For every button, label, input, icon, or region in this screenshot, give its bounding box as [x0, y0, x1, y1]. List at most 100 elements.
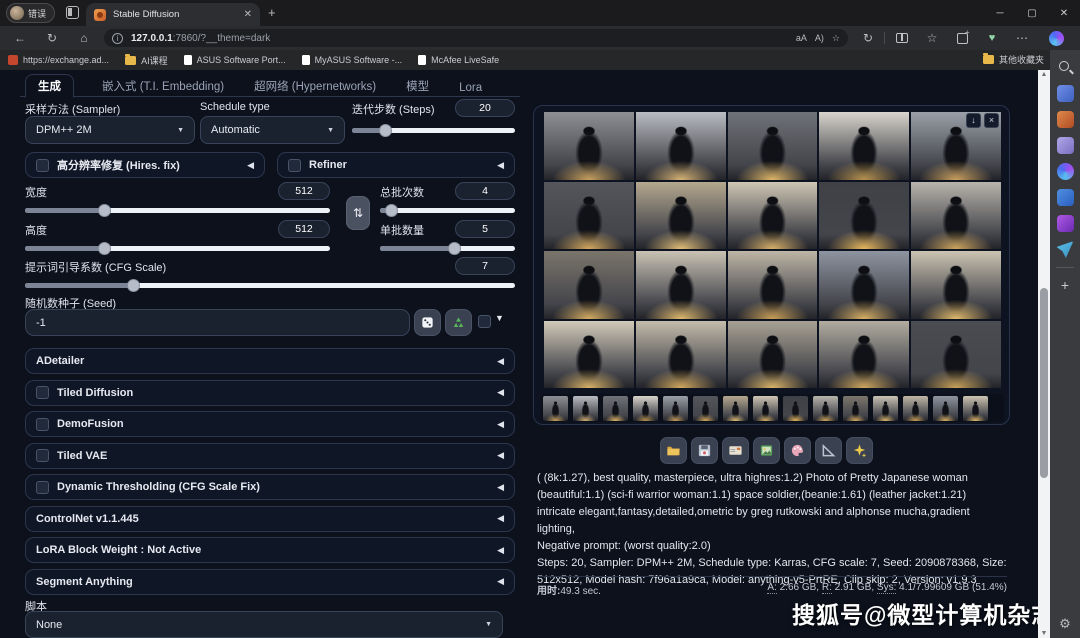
- accordion-lora-block-weight-not-active[interactable]: LoRA Block Weight : Not Active◀: [25, 537, 515, 563]
- sampler-dropdown[interactable]: DPM++ 2M▼: [25, 116, 195, 144]
- generated-image[interactable]: [636, 112, 726, 180]
- more-menu-icon[interactable]: ⋯: [1012, 29, 1032, 47]
- translate-icon[interactable]: aA: [796, 33, 807, 43]
- copilot-icon[interactable]: [1046, 29, 1066, 47]
- gallery-thumbnail[interactable]: [723, 396, 748, 421]
- favorites-icon[interactable]: ☆: [922, 29, 942, 47]
- new-tab-button[interactable]: +: [268, 5, 276, 20]
- generated-image[interactable]: [636, 251, 726, 319]
- accordion-checkbox[interactable]: [36, 418, 49, 431]
- accordion-segment-anything[interactable]: Segment Anything◀: [25, 569, 515, 595]
- hires-fix-checkbox[interactable]: [36, 159, 49, 172]
- webui-tab-模型[interactable]: 模型: [404, 75, 431, 97]
- hires-fix-accordion[interactable]: 高分辨率修复 (Hires. fix) ◀: [25, 152, 265, 178]
- webui-tab-Lora[interactable]: Lora: [457, 79, 484, 97]
- gallery-thumbnail[interactable]: [903, 396, 928, 421]
- seed-extra-caret-icon[interactable]: ▼: [495, 313, 504, 323]
- accordion-adetailer[interactable]: ADetailer◀: [25, 348, 515, 374]
- sidebar-drop-icon[interactable]: [1057, 241, 1074, 258]
- gallery-thumbnail[interactable]: [963, 396, 988, 421]
- save-image-button[interactable]: [691, 437, 718, 464]
- width-slider[interactable]: [25, 203, 330, 217]
- gallery-thumbnail[interactable]: [873, 396, 898, 421]
- sidebar-people-icon[interactable]: [1057, 137, 1074, 154]
- reuse-seed-button[interactable]: [445, 309, 472, 336]
- close-gallery-icon[interactable]: ×: [984, 113, 999, 128]
- bookmark-item[interactable]: McAfee LiveSafe: [418, 55, 499, 65]
- gallery-thumbnail[interactable]: [813, 396, 838, 421]
- send-to-extras-button[interactable]: [815, 437, 842, 464]
- generated-image[interactable]: [544, 321, 634, 389]
- sidebar-search-icon[interactable]: [1057, 59, 1074, 76]
- generated-image[interactable]: [636, 321, 726, 389]
- sidebar-settings-icon[interactable]: ⚙: [1050, 616, 1080, 632]
- cfg-input[interactable]: 7: [455, 257, 515, 275]
- generated-image[interactable]: [911, 182, 1001, 250]
- workspaces-icon[interactable]: [66, 6, 79, 19]
- generated-image[interactable]: [819, 321, 909, 389]
- accordion-checkbox[interactable]: [36, 386, 49, 399]
- batch-count-slider[interactable]: [380, 203, 515, 217]
- collections-icon[interactable]: [952, 29, 972, 47]
- send-to-inpaint-button[interactable]: [784, 437, 811, 464]
- generated-image[interactable]: [544, 182, 634, 250]
- refiner-accordion[interactable]: Refiner ◀: [277, 152, 515, 178]
- sidebar-shopping-icon[interactable]: [1057, 85, 1074, 102]
- site-info-icon[interactable]: i: [112, 33, 123, 44]
- width-input[interactable]: 512: [278, 182, 330, 200]
- sidebar-add-icon[interactable]: +: [1057, 277, 1074, 294]
- home-icon[interactable]: ⌂: [74, 29, 94, 47]
- accordion-demofusion[interactable]: DemoFusion◀: [25, 411, 515, 437]
- sidebar-designer-icon[interactable]: [1057, 215, 1074, 232]
- refresh-icon[interactable]: ↻: [42, 29, 62, 47]
- batch-size-slider[interactable]: [380, 241, 515, 255]
- random-seed-button[interactable]: [414, 309, 441, 336]
- extra-seed-checkbox[interactable]: [478, 315, 491, 328]
- bookmark-item[interactable]: ASUS Software Port...: [184, 55, 286, 65]
- generated-image[interactable]: [911, 321, 1001, 389]
- generated-image[interactable]: [544, 251, 634, 319]
- accordion-tiled-diffusion[interactable]: Tiled Diffusion◀: [25, 380, 515, 406]
- sidebar-office-icon[interactable]: [1057, 111, 1074, 128]
- gallery-thumbnail[interactable]: [663, 396, 688, 421]
- generated-image[interactable]: [911, 251, 1001, 319]
- generated-image[interactable]: [728, 112, 818, 180]
- accordion-tiled-vae[interactable]: Tiled VAE◀: [25, 443, 515, 469]
- sidebar-outlook-icon[interactable]: [1057, 189, 1074, 206]
- save-zip-button[interactable]: [722, 437, 749, 464]
- upscale-button[interactable]: [846, 437, 873, 464]
- open-folder-button[interactable]: [660, 437, 687, 464]
- bookmark-item[interactable]: AI课程: [125, 54, 168, 67]
- webui-tab-超网络 (Hypernetworks)[interactable]: 超网络 (Hypernetworks): [252, 75, 378, 97]
- generated-image[interactable]: [819, 112, 909, 180]
- minimize-button[interactable]: ─: [984, 0, 1016, 26]
- generated-image[interactable]: [544, 112, 634, 180]
- maximize-button[interactable]: ▢: [1016, 0, 1048, 26]
- script-dropdown[interactable]: None▼: [25, 611, 503, 638]
- seed-input[interactable]: -1: [25, 309, 410, 336]
- browser-tab[interactable]: Stable Diffusion ✕: [86, 3, 260, 26]
- accordion-controlnet-v1-1-445[interactable]: ControlNet v1.1.445◀: [25, 506, 515, 532]
- steps-input[interactable]: 20: [455, 99, 515, 117]
- generated-image[interactable]: [819, 251, 909, 319]
- scroll-up-icon[interactable]: ▲: [1038, 71, 1050, 78]
- steps-slider[interactable]: [352, 123, 515, 137]
- refresh-status-icon[interactable]: ↻: [858, 29, 878, 47]
- swap-dimensions-button[interactable]: ⇅: [346, 196, 370, 230]
- tab-close-icon[interactable]: ✕: [244, 9, 252, 20]
- split-screen-icon[interactable]: [892, 29, 912, 47]
- gallery-thumbnail[interactable]: [843, 396, 868, 421]
- close-button[interactable]: ✕: [1048, 0, 1080, 26]
- accordion-checkbox[interactable]: [36, 481, 49, 494]
- gallery-thumbnail[interactable]: [573, 396, 598, 421]
- generated-image[interactable]: [728, 251, 818, 319]
- schedule-dropdown[interactable]: Automatic▼: [200, 116, 345, 144]
- gallery-thumbnail[interactable]: [633, 396, 658, 421]
- send-to-img2img-button[interactable]: [753, 437, 780, 464]
- page-scrollbar[interactable]: ▲ ▼: [1038, 70, 1050, 638]
- favorite-star-icon[interactable]: ☆: [832, 33, 840, 44]
- bookmark-item[interactable]: https://exchange.ad...: [8, 55, 109, 65]
- sidebar-copilot-icon[interactable]: [1057, 163, 1074, 180]
- gallery-thumbnail[interactable]: [603, 396, 628, 421]
- generated-image[interactable]: [819, 182, 909, 250]
